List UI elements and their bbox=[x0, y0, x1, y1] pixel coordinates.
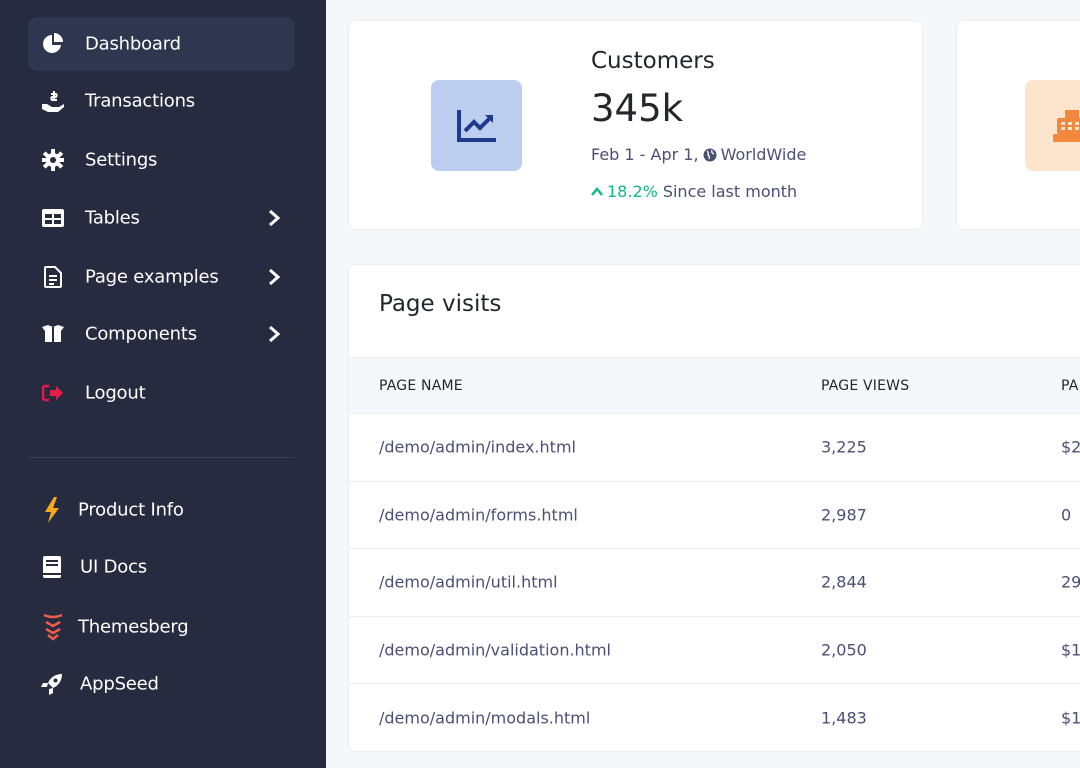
sidebar-item-label: Product Info bbox=[78, 499, 184, 521]
sidebar-item-logout[interactable]: Logout bbox=[28, 366, 295, 420]
gear-icon bbox=[41, 148, 65, 172]
sidebar-item-label: Page examples bbox=[85, 266, 219, 288]
chevron-right-icon bbox=[269, 209, 281, 227]
date-range-text: Feb 1 - Apr 1, bbox=[591, 145, 699, 164]
document-icon bbox=[41, 265, 65, 289]
sidebar-item-transactions[interactable]: Transactions bbox=[28, 74, 295, 128]
sidebar-item-label: Settings bbox=[85, 149, 158, 171]
stat-change: 18.2% Since last month bbox=[591, 182, 797, 201]
cell-page-name: /demo/admin/validation.html bbox=[379, 640, 611, 660]
customers-stat-card: Customers 345k Feb 1 - Apr 1, WorldWide … bbox=[348, 20, 923, 230]
column-header-page-name: PAGE NAME bbox=[379, 377, 463, 394]
table-row: /demo/admin/modals.html 1,483 $1 bbox=[349, 684, 1080, 751]
globe-icon bbox=[703, 148, 717, 161]
cell-page-name: /demo/admin/modals.html bbox=[379, 708, 591, 728]
cell-page-views: 3,225 bbox=[821, 437, 867, 457]
cash-register-icon bbox=[1025, 80, 1080, 171]
table-row: /demo/admin/util.html 2,844 29 bbox=[349, 549, 1080, 617]
change-percent: 18.2% bbox=[607, 182, 658, 201]
table-header: PAGE NAME PAGE VIEWS PA bbox=[349, 357, 1080, 414]
page-visits-table: PAGE NAME PAGE VIEWS PA /demo/admin/inde… bbox=[349, 357, 1080, 751]
sidebar-item-page-examples[interactable]: Page examples bbox=[28, 250, 295, 304]
cell-page-value: $2 bbox=[1061, 437, 1080, 457]
cell-page-views: 1,483 bbox=[821, 708, 867, 728]
cell-page-value: $1 bbox=[1061, 708, 1080, 728]
sidebar-item-label: Logout bbox=[85, 382, 146, 404]
sidebar-divider bbox=[28, 457, 295, 458]
cell-page-name: /demo/admin/forms.html bbox=[379, 505, 578, 525]
sidebar-item-appseed[interactable]: AppSeed bbox=[28, 657, 295, 711]
sales-stat-card bbox=[956, 20, 1080, 230]
sidebar-item-themesberg[interactable]: Themesberg bbox=[28, 600, 295, 654]
cell-page-value: $1 bbox=[1061, 640, 1080, 660]
sidebar-item-label: AppSeed bbox=[80, 673, 159, 695]
region-text: WorldWide bbox=[720, 145, 807, 164]
table-row: /demo/admin/validation.html 2,050 $1 bbox=[349, 617, 1080, 684]
stat-title: Customers bbox=[591, 48, 715, 74]
bolt-icon bbox=[40, 497, 64, 523]
book-icon bbox=[40, 555, 64, 579]
table-icon bbox=[41, 206, 65, 230]
page-visits-card: Page visits PAGE NAME PAGE VIEWS PA /dem… bbox=[348, 264, 1080, 752]
sidebar-item-dashboard[interactable]: Dashboard bbox=[28, 17, 295, 71]
sidebar-item-label: Tables bbox=[85, 207, 140, 229]
hand-coin-icon bbox=[41, 89, 65, 113]
rocket-icon bbox=[40, 672, 64, 696]
sidebar-item-tables[interactable]: Tables bbox=[28, 191, 295, 245]
card-title: Page visits bbox=[379, 291, 502, 317]
cell-page-name: /demo/admin/util.html bbox=[379, 572, 558, 592]
sidebar-item-label: UI Docs bbox=[80, 556, 147, 578]
change-text: Since last month bbox=[662, 182, 798, 201]
logout-icon bbox=[41, 381, 65, 405]
column-header-page-value: PA bbox=[1061, 377, 1079, 394]
cell-page-value: 29 bbox=[1061, 572, 1080, 592]
cell-page-value: 0 bbox=[1061, 505, 1072, 525]
sidebar-item-components[interactable]: Components bbox=[28, 307, 295, 361]
column-header-page-views: PAGE VIEWS bbox=[821, 377, 910, 394]
cell-page-views: 2,987 bbox=[821, 505, 867, 525]
chart-line-icon bbox=[431, 80, 522, 171]
table-row: /demo/admin/forms.html 2,987 0 bbox=[349, 482, 1080, 549]
stat-value: 345k bbox=[591, 87, 684, 130]
chart-pie-icon bbox=[41, 32, 65, 56]
cell-page-name: /demo/admin/index.html bbox=[379, 437, 576, 457]
sidebar-item-label: Transactions bbox=[85, 90, 195, 112]
cell-page-views: 2,050 bbox=[821, 640, 867, 660]
sidebar-item-ui-docs[interactable]: UI Docs bbox=[28, 540, 295, 594]
table-row: /demo/admin/index.html 3,225 $2 bbox=[349, 414, 1080, 482]
cell-page-views: 2,844 bbox=[821, 572, 867, 592]
chevron-up-icon bbox=[591, 186, 603, 196]
boxes-icon bbox=[41, 322, 65, 346]
sidebar-item-label: Themesberg bbox=[78, 616, 189, 638]
sidebar: Dashboard Transactions Settings Tables P… bbox=[0, 0, 326, 768]
themesberg-logo-icon bbox=[41, 613, 65, 641]
chevron-right-icon bbox=[269, 325, 281, 343]
stat-date-range: Feb 1 - Apr 1, WorldWide bbox=[591, 145, 806, 164]
sidebar-item-label: Components bbox=[85, 323, 197, 345]
sidebar-item-settings[interactable]: Settings bbox=[28, 133, 295, 187]
chevron-right-icon bbox=[269, 268, 281, 286]
sidebar-item-label: Dashboard bbox=[85, 33, 181, 55]
sidebar-item-product-info[interactable]: Product Info bbox=[28, 483, 295, 537]
